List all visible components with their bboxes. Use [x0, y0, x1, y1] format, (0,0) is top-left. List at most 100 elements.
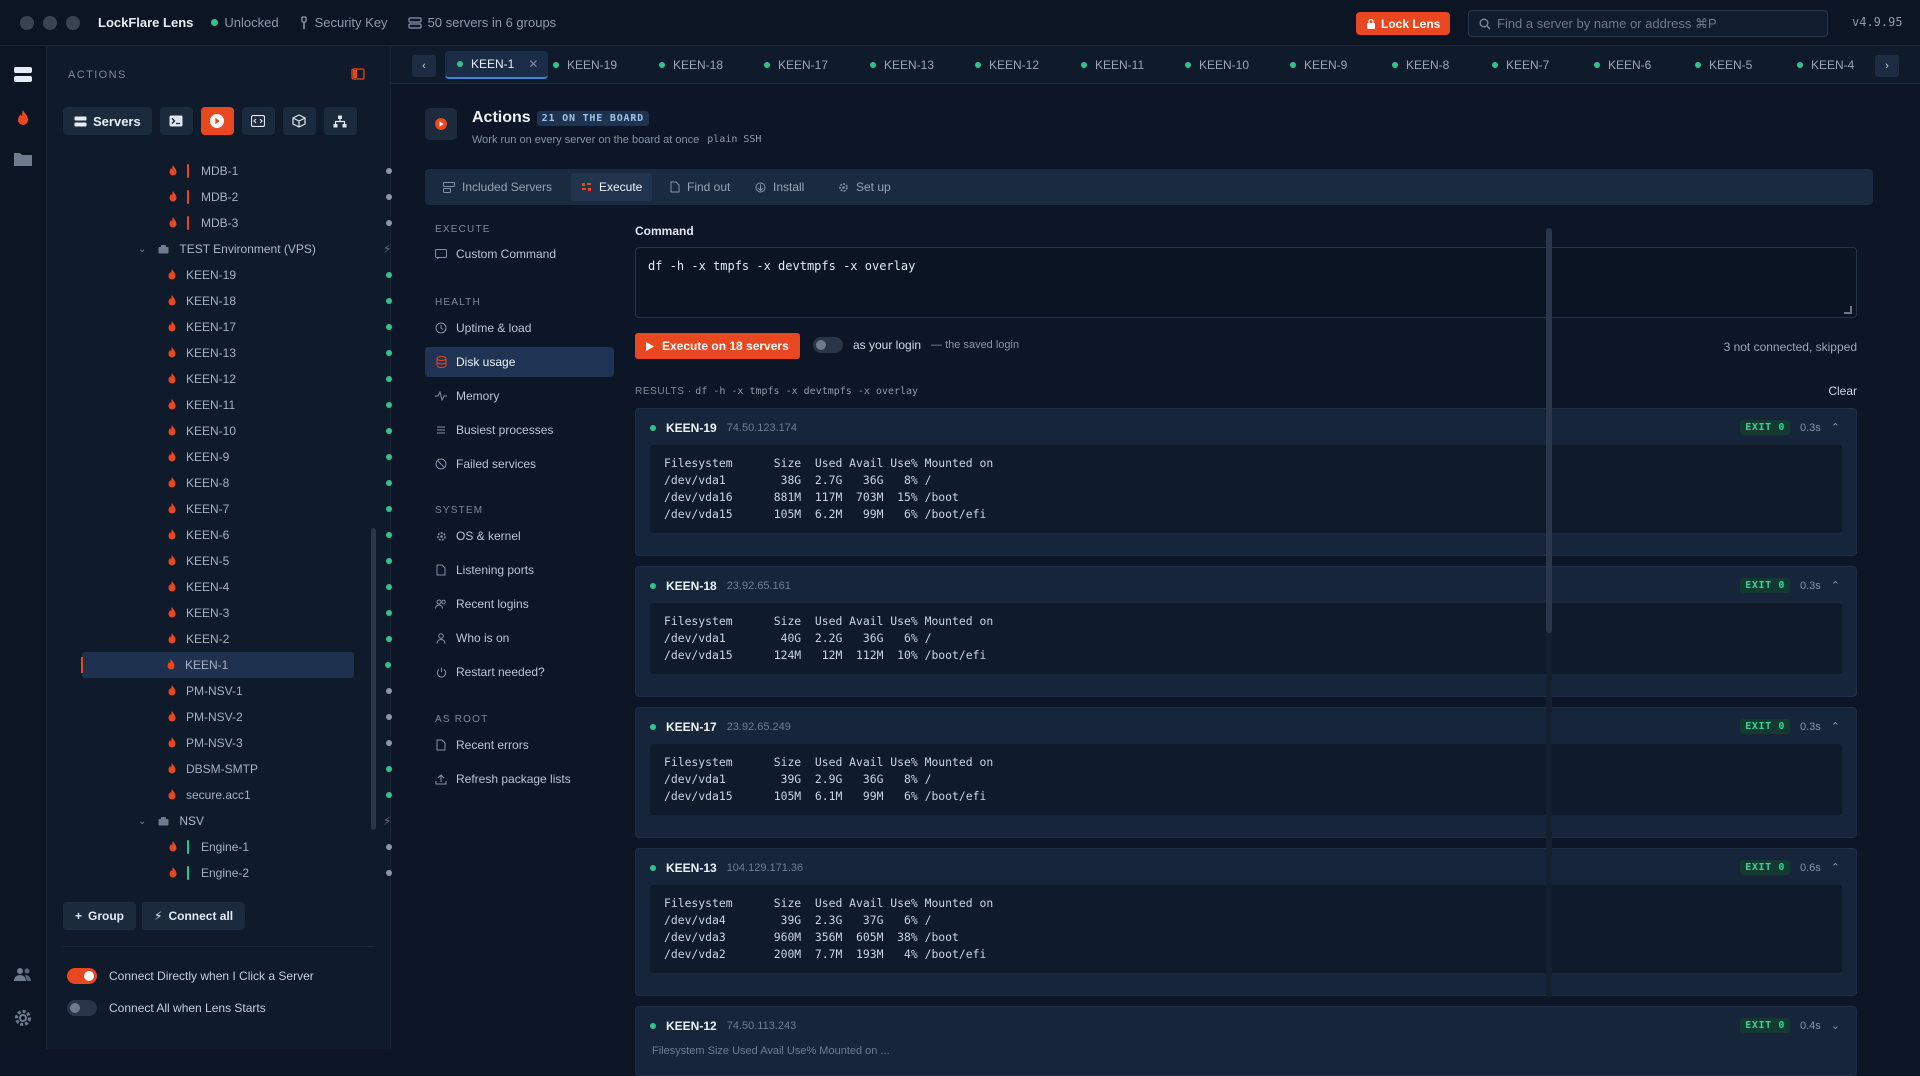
- server-item-label: Engine-1: [201, 840, 250, 854]
- users-rail-icon[interactable]: [13, 966, 33, 986]
- chevron-up-icon[interactable]: ⌃: [1831, 421, 1840, 434]
- tab-execute[interactable]: Execute: [571, 173, 653, 201]
- close-window-button[interactable]: [20, 15, 34, 30]
- terminal-view-button[interactable]: [159, 107, 193, 135]
- resize-handle-icon[interactable]: [1844, 306, 1852, 314]
- server-item[interactable]: KEEN-19: [83, 262, 408, 288]
- nav-listening-ports[interactable]: Listening ports: [425, 555, 614, 585]
- server-item[interactable]: KEEN-12: [83, 366, 408, 392]
- chevron-up-icon[interactable]: ⌃: [1831, 861, 1840, 874]
- nav-uptime[interactable]: Uptime & load: [425, 313, 614, 343]
- tab-keen-4[interactable]: KEEN-4: [1797, 51, 1854, 79]
- nav-who-is-on[interactable]: Who is on: [425, 623, 614, 653]
- tab-keen-9[interactable]: KEEN-9: [1290, 51, 1347, 79]
- clear-results-button[interactable]: Clear: [1828, 384, 1857, 398]
- server-item[interactable]: KEEN-8: [83, 470, 408, 496]
- server-item[interactable]: DBSM-SMTP: [83, 756, 408, 782]
- nav-os-kernel[interactable]: OS & kernel: [425, 521, 614, 551]
- chevron-down-icon[interactable]: ⌄: [1831, 1019, 1840, 1032]
- tab-keen-8[interactable]: KEEN-8: [1392, 51, 1449, 79]
- server-item[interactable]: KEEN-4: [83, 574, 408, 600]
- chevron-up-icon[interactable]: ⌃: [1831, 579, 1840, 592]
- nav-memory[interactable]: Memory: [425, 381, 614, 411]
- nav-failed-services[interactable]: Failed services: [425, 449, 614, 479]
- server-item[interactable]: PM-NSV-3: [83, 730, 408, 756]
- command-input[interactable]: df -h -x tmpfs -x devtmpfs -x overlay: [635, 247, 1857, 318]
- tab-keen-13[interactable]: KEEN-13: [870, 51, 934, 79]
- server-item[interactable]: KEEN-6: [83, 522, 408, 548]
- server-group-row[interactable]: ⌄ NSV ⚡: [83, 808, 408, 834]
- nav-disk-usage[interactable]: Disk usage: [425, 347, 614, 377]
- tab-keen-18[interactable]: KEEN-18: [659, 51, 723, 79]
- tab-scroll-left-button[interactable]: ‹: [412, 55, 436, 77]
- server-item[interactable]: KEEN-3: [83, 600, 408, 626]
- server-item[interactable]: Engine-2: [83, 860, 408, 886]
- tab-set-up[interactable]: Set up: [828, 173, 901, 201]
- server-item[interactable]: MDB-3: [83, 210, 408, 236]
- chevron-down-icon[interactable]: ⌄: [138, 244, 146, 255]
- tab-keen-1[interactable]: KEEN-1 ✕: [445, 51, 549, 79]
- nav-custom-command[interactable]: Custom Command: [425, 239, 614, 269]
- maximize-window-button[interactable]: [66, 15, 80, 30]
- server-item[interactable]: PM-NSV-1: [83, 678, 408, 704]
- close-icon[interactable]: ✕: [528, 57, 538, 71]
- security-key-indicator[interactable]: Security Key: [299, 15, 388, 30]
- servers-view-button[interactable]: Servers: [63, 107, 152, 135]
- as-login-toggle[interactable]: [813, 337, 843, 353]
- server-item[interactable]: KEEN-5: [83, 548, 408, 574]
- chevron-down-icon[interactable]: ⌄: [138, 816, 146, 827]
- gear-icon[interactable]: [13, 1008, 33, 1028]
- package-view-button[interactable]: [282, 107, 316, 135]
- results-scrollbar[interactable]: [1546, 228, 1552, 633]
- server-item[interactable]: KEEN-10: [83, 418, 408, 444]
- tab-included-servers[interactable]: Included Servers: [433, 173, 562, 201]
- nav-restart-needed[interactable]: Restart needed?: [425, 657, 614, 687]
- server-item[interactable]: secure.acc1: [83, 782, 408, 808]
- server-item[interactable]: MDB-2: [83, 184, 408, 210]
- nav-refresh-packages[interactable]: Refresh package lists: [425, 764, 614, 794]
- tab-keen-6[interactable]: KEEN-6: [1594, 51, 1651, 79]
- execute-button[interactable]: Execute on 18 servers: [635, 333, 800, 359]
- connect-directly-toggle[interactable]: [67, 968, 97, 984]
- actions-view-button[interactable]: [200, 107, 234, 135]
- tab-keen-10[interactable]: KEEN-10: [1185, 51, 1249, 79]
- nav-recent-logins[interactable]: Recent logins: [425, 589, 614, 619]
- flame-rail-icon[interactable]: [13, 108, 33, 128]
- tab-keen-19[interactable]: KEEN-19: [553, 51, 617, 79]
- lock-lens-button[interactable]: Lock Lens: [1356, 12, 1451, 35]
- topology-view-button[interactable]: [323, 107, 357, 135]
- server-item[interactable]: KEEN-7: [83, 496, 408, 522]
- tab-keen-17[interactable]: KEEN-17: [764, 51, 828, 79]
- tab-keen-5[interactable]: KEEN-5: [1695, 51, 1752, 79]
- minimize-window-button[interactable]: [43, 15, 57, 30]
- connect-all-start-toggle[interactable]: [67, 1000, 97, 1016]
- server-item[interactable]: KEEN-1: [81, 652, 391, 678]
- server-item[interactable]: PM-NSV-2: [83, 704, 408, 730]
- chevron-up-icon[interactable]: ⌃: [1831, 720, 1840, 733]
- server-search-input[interactable]: Find a server by name or address ⌘P: [1468, 10, 1828, 37]
- tab-keen-12[interactable]: KEEN-12: [975, 51, 1039, 79]
- sidebar-collapse-icon[interactable]: [351, 68, 365, 83]
- server-item[interactable]: KEEN-9: [83, 444, 408, 470]
- nav-busiest-processes[interactable]: Busiest processes: [425, 415, 614, 445]
- connect-all-button[interactable]: ⚡ Connect all: [142, 902, 246, 930]
- tab-keen-11[interactable]: KEEN-11: [1081, 51, 1144, 79]
- server-item[interactable]: KEEN-11: [83, 392, 408, 418]
- tab-keen-7[interactable]: KEEN-7: [1492, 51, 1549, 79]
- server-item[interactable]: Engine-1: [83, 834, 408, 860]
- server-item[interactable]: KEEN-2: [83, 626, 408, 652]
- tab-scroll-right-button[interactable]: ›: [1875, 55, 1899, 77]
- server-group-row[interactable]: ⌄ TEST Environment (VPS) ⚡: [83, 236, 408, 262]
- sidebar-scrollbar[interactable]: [371, 528, 376, 830]
- add-group-button[interactable]: + Group: [63, 902, 137, 930]
- tab-find-out[interactable]: Find out: [660, 173, 740, 201]
- server-item[interactable]: KEEN-18: [83, 288, 408, 314]
- servers-rail-icon[interactable]: [13, 66, 33, 86]
- server-item[interactable]: KEEN-17: [83, 314, 408, 340]
- server-item[interactable]: MDB-1: [83, 158, 408, 184]
- code-view-button[interactable]: [241, 107, 275, 135]
- folder-rail-icon[interactable]: [13, 150, 33, 170]
- server-item[interactable]: KEEN-13: [83, 340, 408, 366]
- nav-recent-errors[interactable]: Recent errors: [425, 730, 614, 760]
- tab-install[interactable]: Install: [745, 173, 814, 201]
